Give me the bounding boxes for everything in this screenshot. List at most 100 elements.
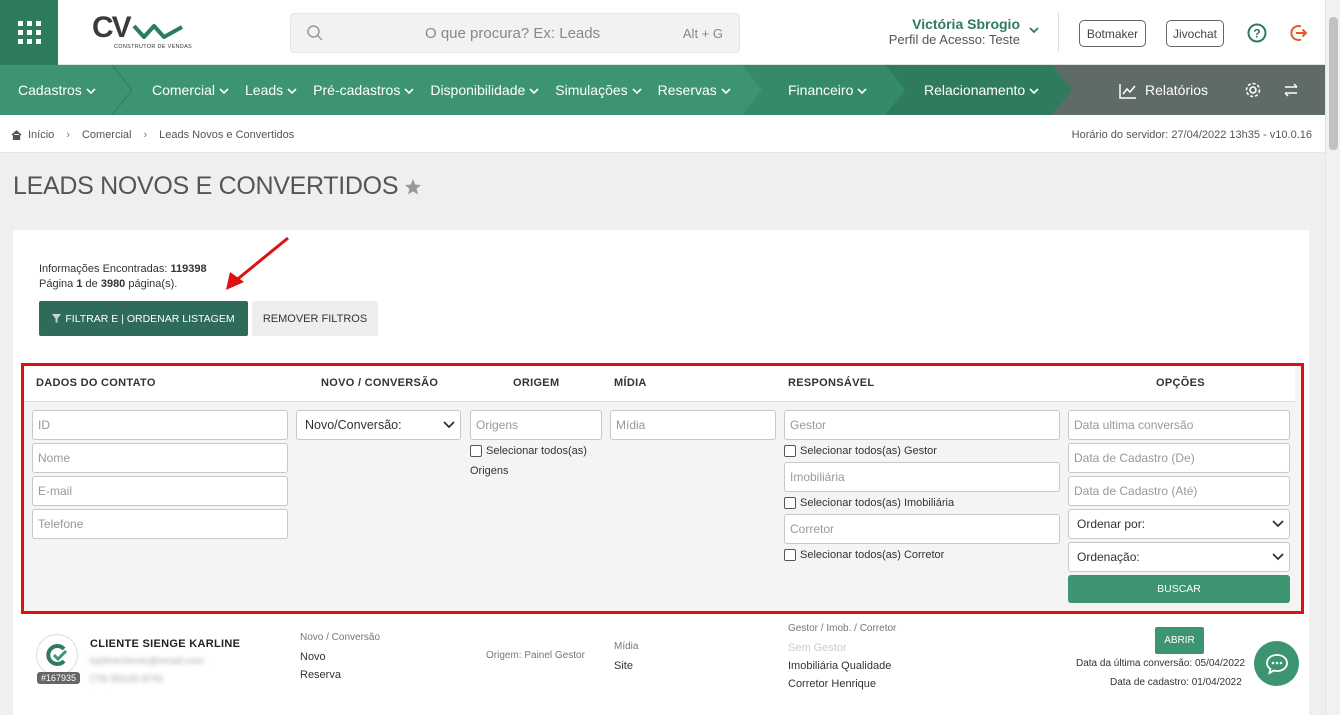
breadcrumb-comercial[interactable]: Comercial [82, 129, 132, 141]
remove-filters-button[interactable]: REMOVER FILTROS [252, 301, 378, 336]
data-cadastro-de-input[interactable]: Data de Cadastro (De) [1068, 443, 1290, 473]
breadcrumb-inicio[interactable]: Início [28, 129, 54, 141]
filter-header-row [24, 366, 1295, 402]
checkbox-label: Origens [470, 465, 509, 477]
logo[interactable]: CV CONSTRUTOR DE VENDAS [92, 11, 192, 53]
star-icon[interactable] [404, 178, 422, 196]
filter-sort-button[interactable]: FILTRAR E | ORDENAR LISTAGEM [39, 301, 248, 336]
chevron-down-icon [721, 87, 731, 94]
gestor-input[interactable]: Gestor [784, 410, 1060, 440]
nome-input[interactable]: Nome [32, 443, 288, 473]
corretor-input[interactable]: Corretor [784, 514, 1060, 544]
breadcrumb-separator: › [66, 129, 70, 141]
nav-item-cadastros[interactable]: Cadastros [18, 82, 96, 98]
lead-name[interactable]: CLIENTE SIENGE KARLINE [90, 638, 240, 650]
swap-icon[interactable] [1283, 82, 1299, 98]
lead-midia: Site [614, 660, 633, 672]
page-title: LEADS NOVOS E CONVERTIDOS [13, 172, 422, 201]
chevron-down-icon[interactable] [1028, 25, 1040, 35]
help-icon[interactable]: ? [1247, 23, 1267, 43]
nav-item-financeiro[interactable]: Financeiro [788, 82, 867, 98]
logout-icon[interactable] [1289, 23, 1309, 43]
buscar-button[interactable]: BUSCAR [1068, 575, 1290, 603]
chart-line-icon [1119, 83, 1136, 99]
chevron-down-icon [219, 87, 229, 94]
ordenar-por-select[interactable]: Ordenar por: [1068, 509, 1290, 539]
apps-grid-button[interactable] [0, 0, 58, 65]
checkbox[interactable] [784, 445, 796, 457]
chat-button[interactable] [1254, 641, 1299, 686]
chevron-down-icon [632, 87, 642, 94]
filter-icon [52, 314, 62, 323]
novo-conversao-label: Novo / Conversão [300, 632, 381, 643]
botmaker-button[interactable]: Botmaker [1079, 20, 1146, 47]
server-time: Horário do servidor: 27/04/2022 13h35 - … [1071, 129, 1312, 141]
placeholder: Mídia [616, 418, 646, 432]
chevron-down-icon [443, 421, 455, 429]
midia-input[interactable]: Mídia [610, 410, 776, 440]
chat-bubble-icon [1265, 653, 1288, 675]
page-current: 1 [76, 278, 83, 290]
results-info: Informações Encontradas: 119398 Página 1… [39, 262, 207, 292]
select-value: Ordenar por: [1077, 517, 1146, 531]
placeholder: Telefone [38, 517, 84, 531]
brand-logo-icon [46, 644, 68, 666]
search-placeholder: O que procura? Ex: Leads [425, 25, 601, 42]
nav-item-leads[interactable]: Leads [245, 82, 297, 98]
checkbox[interactable] [784, 549, 796, 561]
nav-item-simulacoes[interactable]: Simulações [555, 82, 642, 98]
gestor-select-all[interactable]: Selecionar todos(as) Gestor [784, 445, 937, 457]
scrollbar[interactable] [1325, 0, 1340, 715]
gear-icon[interactable] [1244, 81, 1262, 99]
placeholder: E-mail [38, 484, 73, 498]
nav-label: Cadastros [18, 82, 82, 98]
nav-item-disponibilidade[interactable]: Disponibilidade [430, 82, 539, 98]
corretor-select-all[interactable]: Selecionar todos(as) Corretor [784, 549, 944, 561]
nav-item-reservas[interactable]: Reservas [658, 82, 731, 98]
midia-label: Mídia [614, 641, 639, 652]
placeholder: Nome [38, 451, 71, 465]
chevron-down-icon [86, 87, 96, 94]
origens-input[interactable]: Origens [470, 410, 602, 440]
lead-id-badge: #167935 [37, 672, 81, 684]
checkbox[interactable] [784, 497, 796, 509]
origens-select-all-label2: Origens [470, 465, 509, 477]
search-icon [307, 25, 323, 41]
ordenacao-select[interactable]: Ordenação: [1068, 542, 1290, 572]
data-ultima-conversao-input[interactable]: Data ultima conversão [1068, 410, 1290, 440]
user-menu[interactable]: Victória Sbrogio Perfil de Acesso: Teste [889, 17, 1020, 48]
nav-label: Reservas [657, 82, 717, 98]
telefone-input[interactable]: Telefone [32, 509, 288, 539]
abrir-button[interactable]: ABRIR [1155, 627, 1204, 654]
checkbox-label: Selecionar todos(as) Corretor [800, 549, 945, 561]
nav-label: Disponibilidade [430, 82, 526, 98]
placeholder: ID [38, 418, 50, 432]
nav-item-relatorios[interactable]: Relatórios [1119, 82, 1208, 99]
grid-icon [17, 21, 41, 44]
scrollbar-thumb[interactable] [1329, 17, 1338, 150]
nav-item-comercial[interactable]: Comercial [152, 82, 229, 98]
imobiliaria-input[interactable]: Imobiliária [784, 462, 1060, 492]
chevron-down-icon [404, 87, 414, 94]
data-cadastro-ate-input[interactable]: Data de Cadastro (Até) [1068, 476, 1290, 506]
placeholder: Corretor [790, 522, 835, 536]
nav-item-relacionamento[interactable]: Relacionamento [924, 82, 1039, 98]
id-input[interactable]: ID [32, 410, 288, 440]
search-input[interactable]: O que procura? Ex: Leads Alt + G [290, 13, 740, 53]
lead-gestor: Sem Gestor [788, 642, 847, 654]
novo-conversao-select[interactable]: Novo/Conversão: [296, 410, 461, 440]
nav-label: Relatórios [1145, 82, 1209, 98]
logo-subtitle: CONSTRUTOR DE VENDAS [114, 44, 193, 50]
lead-corretor: Corretor Henrique [788, 678, 877, 690]
origens-select-all[interactable]: Selecionar todos(as) [470, 445, 587, 457]
jivochat-button[interactable]: Jivochat [1166, 20, 1224, 47]
avatar [37, 635, 77, 675]
nav-item-pre-cadastros[interactable]: Pré-cadastros [313, 82, 414, 98]
chevron-down-icon [1272, 553, 1284, 561]
email-input[interactable]: E-mail [32, 476, 288, 506]
header-dados-contato: DADOS DO CONTATO [36, 377, 156, 389]
checkbox-label: Selecionar todos(as) Imobiliária [800, 497, 955, 509]
imobiliaria-select-all[interactable]: Selecionar todos(as) Imobiliária [784, 497, 954, 509]
checkbox[interactable] [470, 445, 482, 457]
nav-label: Relacionamento [924, 82, 1026, 98]
